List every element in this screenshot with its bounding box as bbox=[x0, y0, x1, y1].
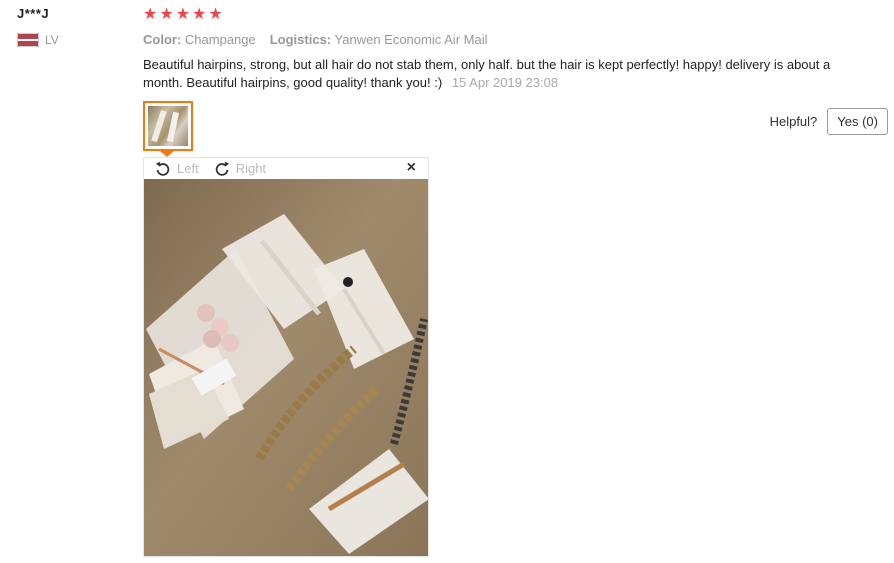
star-icon: ★ bbox=[143, 6, 158, 23]
rotate-right-icon bbox=[215, 161, 229, 176]
star-icon: ★ bbox=[159, 6, 174, 23]
review-attributes: Color: Champange Logistics: Yanwen Econo… bbox=[143, 32, 487, 47]
helpful-yes-button[interactable]: Yes (0) bbox=[827, 108, 888, 135]
reviewer-country: LV bbox=[17, 33, 59, 47]
review-date: 15 Apr 2019 23:08 bbox=[451, 75, 559, 90]
logistics-value: Yanwen Economic Air Mail bbox=[334, 32, 488, 47]
helpful-section: Helpful? Yes (0) bbox=[770, 108, 888, 135]
star-icon: ★ bbox=[208, 6, 223, 23]
rotate-left-button[interactable]: Left bbox=[154, 160, 199, 178]
star-rating: ★ ★ ★ ★ ★ bbox=[143, 6, 223, 24]
review-body: Beautiful hairpins, strong, but all hair… bbox=[143, 56, 873, 92]
review-photo-thumbnail[interactable] bbox=[143, 101, 193, 151]
color-attribute: Color: Champange bbox=[143, 32, 256, 47]
rotate-right-button[interactable]: Right bbox=[213, 160, 266, 178]
color-value: Champange bbox=[184, 32, 256, 47]
thumbnail-image bbox=[148, 106, 188, 146]
review-photo bbox=[144, 179, 428, 556]
rotate-right-label: Right bbox=[235, 161, 267, 176]
photo-viewer: Left Right × bbox=[143, 157, 429, 557]
country-code: LV bbox=[45, 33, 59, 47]
hairpins-photo-image bbox=[144, 179, 428, 556]
star-icon: ★ bbox=[175, 6, 191, 23]
helpful-label: Helpful? bbox=[769, 114, 818, 129]
viewer-toolbar: Left Right × bbox=[144, 158, 428, 179]
logistics-label: Logistics: bbox=[269, 32, 332, 47]
reviewer-name: J***J bbox=[17, 6, 50, 21]
star-icon: ★ bbox=[192, 6, 207, 23]
rotate-left-label: Left bbox=[177, 161, 199, 176]
close-viewer-button[interactable]: × bbox=[407, 159, 416, 177]
rotate-left-icon bbox=[155, 161, 170, 176]
color-label: Color: bbox=[143, 32, 182, 47]
logistics-attribute: Logistics: Yanwen Economic Air Mail bbox=[270, 32, 488, 47]
flag-latvia-icon bbox=[17, 33, 39, 47]
